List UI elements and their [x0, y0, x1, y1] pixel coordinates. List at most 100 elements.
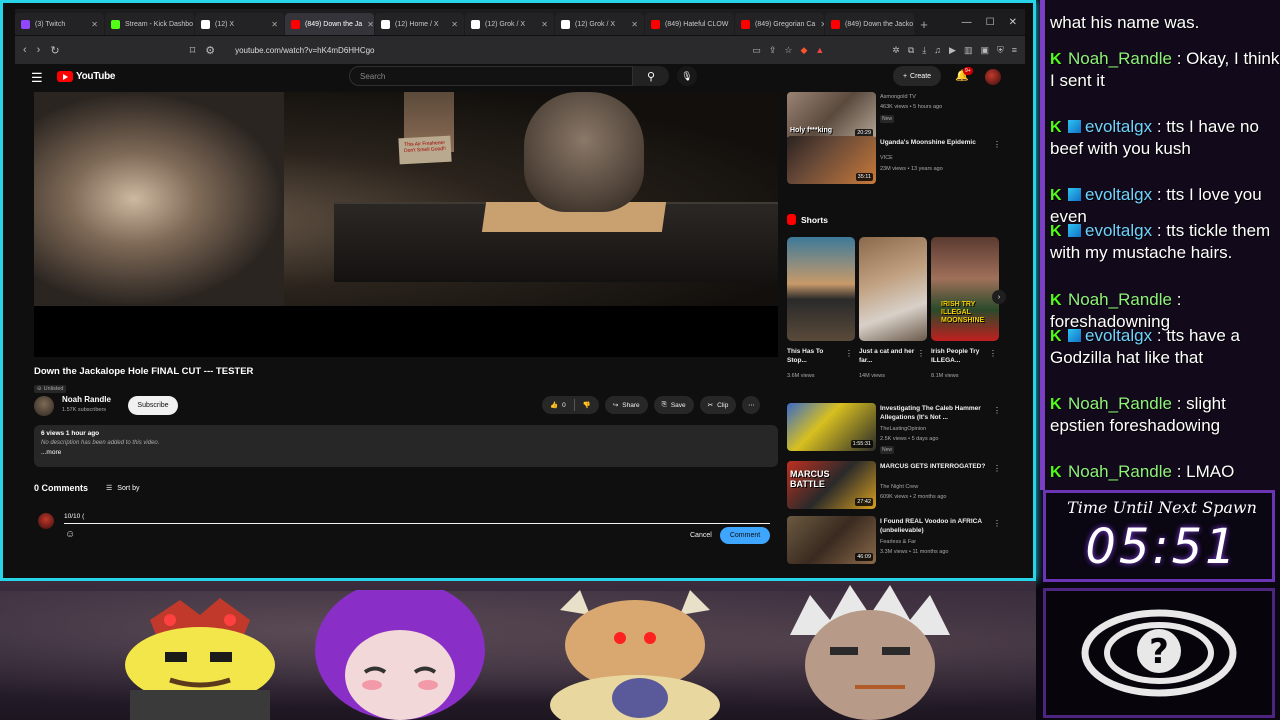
close-icon[interactable]: ✕: [631, 20, 638, 29]
short-title[interactable]: Just a cat and her far...: [859, 348, 917, 365]
search-input[interactable]: Search: [349, 66, 633, 86]
account-avatar[interactable]: [985, 69, 1001, 85]
recommended-video[interactable]: MARCUS BATTLE 27:42 MARCUS GETS INTERROGA…: [787, 461, 1007, 509]
video-thumbnail[interactable]: 46:09: [787, 516, 876, 564]
clip-button[interactable]: ✂ Clip: [699, 396, 737, 414]
minimize-icon[interactable]: —: [962, 17, 972, 28]
short-thumbnail[interactable]: [787, 237, 855, 341]
video-title[interactable]: Investigating The Caleb Hammer Allegatio…: [880, 405, 988, 422]
download-icon[interactable]: ⤓: [922, 45, 926, 56]
cancel-button[interactable]: Cancel: [684, 528, 718, 543]
voice-search-button[interactable]: 🎙: [677, 66, 697, 86]
more-vertical-icon[interactable]: ⋮: [993, 140, 1001, 149]
like-button[interactable]: 👍 0 👎: [542, 396, 599, 414]
vpn-icon[interactable]: ⛨: [997, 45, 1004, 56]
video-thumbnail[interactable]: 1:55:31: [787, 403, 876, 451]
subscribe-button[interactable]: Subscribe: [128, 396, 178, 415]
alert-icon[interactable]: ▲: [815, 45, 824, 56]
recommended-video[interactable]: 46:09 I Found REAL Voodoo in AFRICA (unb…: [787, 516, 1007, 564]
browser-tab[interactable]: Stream - Kick Dashbo✕: [105, 13, 194, 35]
close-window-icon[interactable]: ✕: [1009, 17, 1017, 28]
browser-tab[interactable]: (12) Grok / X ✕: [555, 13, 644, 35]
puzzle-icon[interactable]: ⧉: [908, 45, 914, 56]
video-thumbnail[interactable]: 35:11: [787, 136, 876, 184]
more-vertical-icon[interactable]: ⋮: [989, 349, 997, 358]
video-thumbnail[interactable]: MARCUS BATTLE 27:42: [787, 461, 876, 509]
shorts-next-button[interactable]: ›: [992, 290, 1006, 304]
browser-tab[interactable]: (849) Hateful CLOW✕: [645, 13, 734, 35]
cast-icon[interactable]: ▭: [752, 45, 761, 56]
menu-icon[interactable]: ≡: [1012, 45, 1017, 56]
comment-submit-button[interactable]: Comment: [720, 527, 770, 544]
youtube-logo[interactable]: YouTube: [57, 71, 116, 82]
close-icon[interactable]: ✕: [541, 20, 548, 29]
description-box[interactable]: 6 views 1 hour ago No description has be…: [34, 425, 778, 467]
video-title[interactable]: Uganda's Moonshine Epidemic: [880, 139, 988, 148]
channel-name[interactable]: Asmongold TV: [880, 94, 916, 100]
close-icon[interactable]: ✕: [451, 20, 458, 29]
video-title[interactable]: I Found REAL Voodoo in AFRICA (unbelieva…: [880, 518, 988, 535]
comment-input[interactable]: 10/10 (: [64, 509, 770, 524]
forward-icon[interactable]: ›: [37, 44, 41, 56]
hamburger-menu-icon[interactable]: ☰: [31, 70, 43, 86]
new-tab-button[interactable]: +: [915, 13, 933, 35]
close-icon[interactable]: ✕: [820, 20, 824, 29]
browser-tab[interactable]: (3) Twitch ✕: [15, 13, 104, 35]
recommended-video[interactable]: 1:55:31 Investigating The Caleb Hammer A…: [787, 403, 1007, 454]
channel-name[interactable]: The Night Crew: [880, 484, 918, 490]
browser-tab[interactable]: (849) Down the Jacko✕: [825, 13, 914, 35]
video-icon[interactable]: ▶: [949, 45, 956, 56]
emoji-icon[interactable]: ☺: [65, 529, 75, 540]
video-thumbnail[interactable]: Holy f***king 20:29: [787, 92, 876, 140]
browser-tab[interactable]: (12) Home / X ✕: [375, 13, 464, 35]
thumbs-down-icon[interactable]: 👎: [583, 401, 591, 409]
video-title[interactable]: MARCUS GETS INTERROGATED?: [880, 463, 988, 472]
search-button[interactable]: ⚲: [633, 66, 669, 86]
close-icon[interactable]: ✕: [733, 20, 734, 29]
unlisted-icon: ⊝: [37, 386, 42, 392]
more-vertical-icon[interactable]: ⋮: [845, 349, 853, 358]
sidebar-icon[interactable]: ▥: [964, 45, 973, 56]
browser-tab[interactable]: (12) X ✕: [195, 13, 284, 35]
browser-tab[interactable]: (12) Grok / X ✕: [465, 13, 554, 35]
recommended-video[interactable]: Holy f***king 20:29 Asmongold TV 463K vi…: [787, 92, 1007, 140]
channel-name[interactable]: TheLastingOpinion: [880, 426, 926, 432]
browser-tab[interactable]: (849) Gregorian Ca✕: [735, 13, 824, 35]
close-icon[interactable]: ✕: [367, 20, 374, 29]
site-info-icon[interactable]: ⚙: [205, 44, 215, 57]
share-icon[interactable]: ⇪: [769, 45, 777, 56]
browser-tab-active[interactable]: (849) Down the Ja ✕: [285, 13, 374, 35]
maximize-icon[interactable]: ☐: [986, 17, 995, 28]
channel-name[interactable]: VICE: [880, 155, 893, 161]
channel-name[interactable]: Noah Randle: [62, 395, 111, 404]
more-vertical-icon[interactable]: ⋮: [917, 349, 925, 358]
video-player[interactable]: This Air Freshener Don't Smell Good!!: [34, 92, 778, 357]
sort-by-button[interactable]: ☰ Sort by: [106, 484, 139, 493]
media-icon[interactable]: ♫: [934, 45, 941, 56]
star-icon[interactable]: ☆: [784, 45, 792, 56]
extension-icon[interactable]: ✲: [892, 45, 900, 56]
short-thumbnail[interactable]: [859, 237, 927, 341]
channel-name[interactable]: Fearless & Far: [880, 539, 916, 545]
more-actions-button[interactable]: ⋯: [742, 396, 761, 414]
reload-icon[interactable]: ↻: [50, 44, 59, 57]
share-button[interactable]: ↪ Share: [604, 396, 648, 414]
more-vertical-icon[interactable]: ⋮: [993, 519, 1001, 528]
short-title[interactable]: This Has To Stop...: [787, 348, 845, 365]
more-vertical-icon[interactable]: ⋮: [993, 464, 1001, 473]
short-title[interactable]: Irish People Try ILLEGA...: [931, 348, 989, 365]
create-button[interactable]: + Create: [893, 66, 941, 86]
recommended-video[interactable]: 35:11 Uganda's Moonshine Epidemic VICE 2…: [787, 136, 1007, 184]
url-field[interactable]: youtube.com/watch?v=hK4mD6HHCgo: [235, 46, 374, 55]
bookmark-icon[interactable]: ⌑: [190, 44, 196, 57]
channel-avatar[interactable]: [34, 396, 54, 416]
back-icon[interactable]: ‹: [23, 44, 27, 56]
close-icon[interactable]: ✕: [271, 20, 278, 29]
show-more-link[interactable]: ...more: [41, 449, 771, 456]
more-vertical-icon[interactable]: ⋮: [993, 406, 1001, 415]
brave-shield-icon[interactable]: ◆: [800, 45, 807, 56]
save-button[interactable]: ⎘ Save: [653, 396, 694, 414]
short-thumbnail[interactable]: IRISH TRY ILLEGAL MOONSHINE: [931, 237, 999, 341]
wallet-icon[interactable]: ▣: [980, 45, 989, 56]
close-icon[interactable]: ✕: [91, 20, 98, 29]
